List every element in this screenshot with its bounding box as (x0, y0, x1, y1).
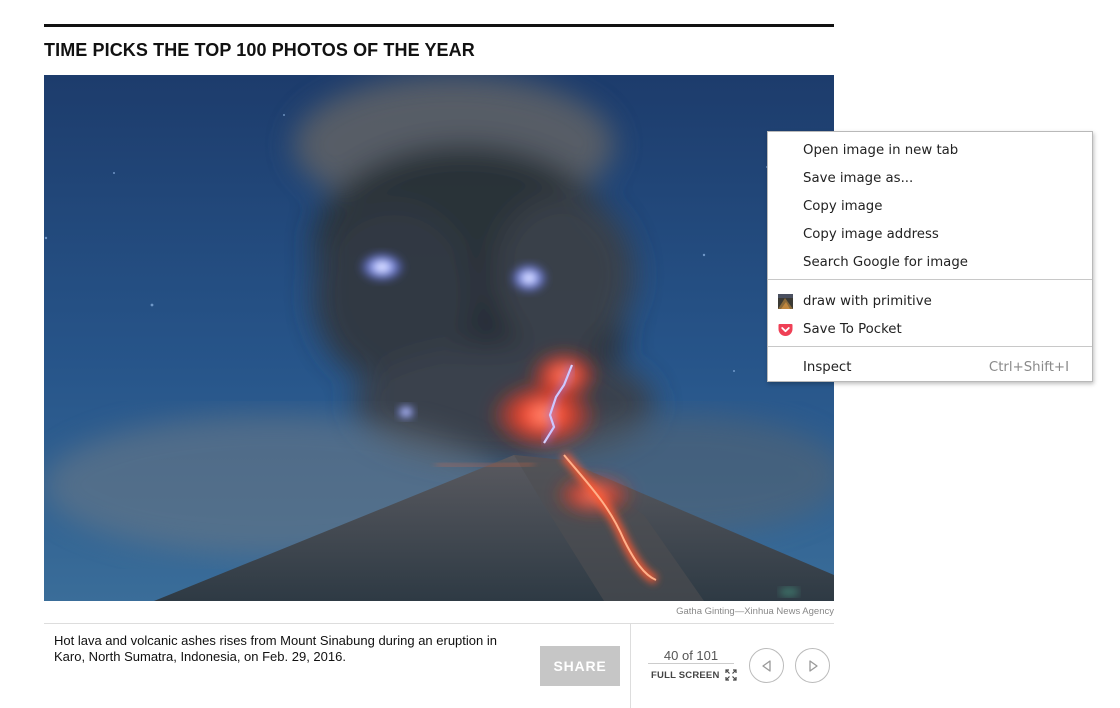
previous-photo-button[interactable] (749, 648, 784, 683)
menu-item-label: Inspect (803, 359, 852, 375)
next-photo-button[interactable] (795, 648, 830, 683)
menu-item-open-image-new-tab[interactable]: Open image in new tab (768, 136, 1092, 164)
counter-divider (648, 663, 734, 664)
triangle-left-icon (761, 659, 771, 672)
menu-item-search-google-for-image[interactable]: Search Google for image (768, 248, 1092, 276)
photo-credit: Gatha Ginting—Xinhua News Agency (676, 606, 834, 617)
volcano-photo-illustration (44, 75, 834, 601)
menu-separator (768, 279, 1092, 280)
menu-item-copy-image-address[interactable]: Copy image address (768, 220, 1092, 248)
menu-item-label: Copy image (803, 198, 883, 214)
menu-item-shortcut: Ctrl+Shift+I (988, 359, 1069, 375)
menu-item-draw-with-primitive[interactable]: draw with primitive (768, 287, 1092, 315)
menu-item-label: Search Google for image (803, 254, 968, 270)
menu-item-label: Copy image address (803, 226, 939, 242)
share-button[interactable]: SHARE (540, 646, 620, 686)
page-title: TIME PICKS THE TOP 100 PHOTOS OF THE YEA… (44, 40, 475, 60)
menu-item-label: Save To Pocket (803, 321, 902, 337)
photo-caption: Hot lava and volcanic ashes rises from M… (54, 633, 497, 664)
menu-item-label: Open image in new tab (803, 142, 959, 158)
menu-item-copy-image[interactable]: Copy image (768, 192, 1092, 220)
browser-context-menu: Open image in new tab Save image as... C… (767, 131, 1093, 382)
fullscreen-label: FULL SCREEN (651, 669, 720, 681)
pocket-icon (778, 322, 793, 337)
controls-divider (630, 623, 631, 708)
top-rule (44, 24, 834, 27)
fullscreen-button[interactable]: FULL SCREEN (651, 669, 737, 681)
menu-item-save-image-as[interactable]: Save image as... (768, 164, 1092, 192)
menu-item-label: Save image as... (803, 170, 914, 186)
menu-item-inspect[interactable]: Inspect Ctrl+Shift+I (768, 353, 1092, 381)
primitive-extension-icon (778, 294, 793, 309)
fullscreen-icon (724, 669, 737, 681)
slide-counter: 40 of 101 (663, 648, 719, 663)
menu-item-label: draw with primitive (803, 293, 932, 309)
gallery-photo[interactable] (44, 75, 834, 601)
caption-divider (44, 623, 834, 624)
menu-item-save-to-pocket[interactable]: Save To Pocket (768, 315, 1092, 343)
triangle-right-icon (808, 659, 818, 672)
menu-separator (768, 346, 1092, 347)
